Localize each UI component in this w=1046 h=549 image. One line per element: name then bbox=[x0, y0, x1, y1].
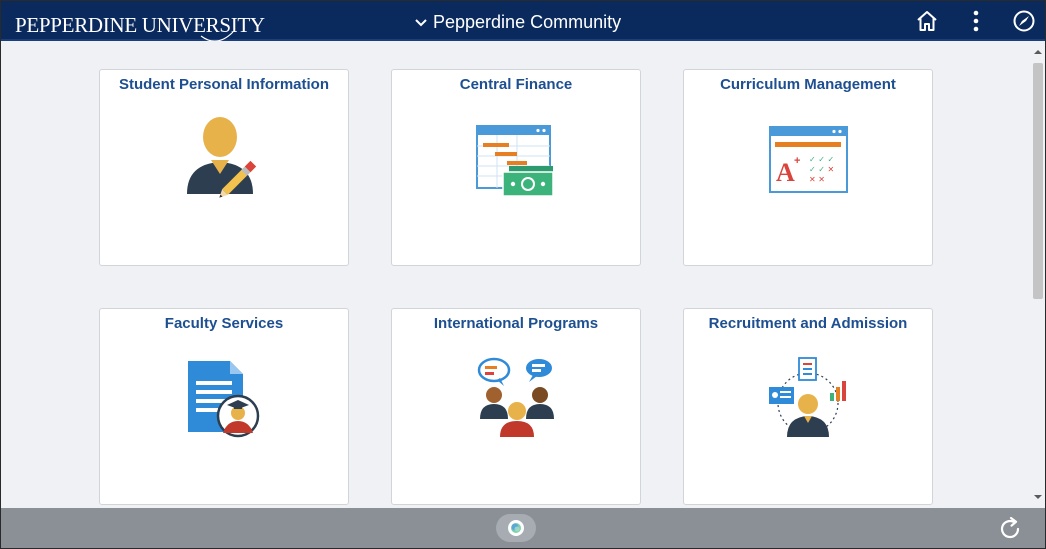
document-graduate-icon bbox=[188, 361, 260, 438]
svg-text:✓ ✓ ✕: ✓ ✓ ✕ bbox=[809, 165, 834, 174]
navbar-button[interactable] bbox=[1012, 9, 1036, 33]
scroll-up-arrow-icon[interactable] bbox=[1033, 47, 1043, 57]
tile-curriculum-management[interactable]: Curriculum Management A + ✓ ✓ ✓ ✓ ✓ ✕ ✕ … bbox=[683, 69, 933, 266]
finance-spreadsheet-money-icon bbox=[476, 125, 554, 197]
tile-central-finance[interactable]: Central Finance bbox=[391, 69, 641, 266]
chevron-down-icon bbox=[415, 19, 427, 27]
scroll-thumb[interactable] bbox=[1033, 63, 1043, 299]
homepage-title: Pepperdine Community bbox=[433, 12, 622, 32]
tile-title: Central Finance bbox=[459, 76, 573, 93]
svg-text:✕ ✕: ✕ ✕ bbox=[809, 175, 825, 184]
home-button[interactable] bbox=[915, 9, 939, 33]
svg-text:✓ ✓ ✓: ✓ ✓ ✓ bbox=[809, 155, 834, 164]
more-vertical-icon bbox=[973, 10, 979, 32]
tile-recruitment-and-admission[interactable]: Recruitment and Admission bbox=[683, 308, 933, 505]
header-bar: PEPPERDINE UNIVERSITY Pepperdine Communi… bbox=[1, 1, 1045, 42]
recruitment-person-icon bbox=[769, 357, 846, 437]
tile-title: Curriculum Management bbox=[720, 76, 896, 93]
grade-chart-icon: A + ✓ ✓ ✓ ✓ ✓ ✕ ✕ ✕ bbox=[769, 126, 848, 193]
homepage-content: Student Personal Information Central Fin… bbox=[1, 41, 1031, 508]
tile-international-programs[interactable]: International Programs bbox=[391, 308, 641, 505]
navbar-compass-icon bbox=[1013, 10, 1035, 32]
people-speech-bubbles-icon bbox=[477, 357, 554, 437]
tile-title: Faculty Services bbox=[164, 315, 284, 332]
tile-title: International Programs bbox=[433, 315, 599, 332]
page-indicator-icon bbox=[508, 520, 524, 536]
footer-bar bbox=[1, 508, 1045, 548]
student-person-pencil-icon bbox=[187, 117, 257, 198]
actions-menu-button[interactable] bbox=[964, 9, 988, 33]
tile-student-personal-information[interactable]: Student Personal Information bbox=[99, 69, 349, 266]
tile-title: Recruitment and Admission bbox=[708, 315, 908, 332]
page-indicator[interactable] bbox=[496, 514, 536, 542]
refresh-icon[interactable] bbox=[997, 516, 1023, 542]
app-window: PEPPERDINE UNIVERSITY Pepperdine Communi… bbox=[0, 0, 1046, 549]
svg-text:+: + bbox=[794, 155, 800, 167]
scroll-down-arrow-icon[interactable] bbox=[1033, 492, 1043, 502]
tile-title: Student Personal Information bbox=[118, 76, 329, 93]
tile-faculty-services[interactable]: Faculty Services bbox=[99, 308, 349, 505]
home-icon bbox=[917, 11, 937, 31]
vertical-scrollbar[interactable] bbox=[1031, 41, 1045, 508]
homepage-selector[interactable]: Pepperdine Community bbox=[415, 11, 621, 33]
svg-text:A: A bbox=[776, 158, 795, 187]
